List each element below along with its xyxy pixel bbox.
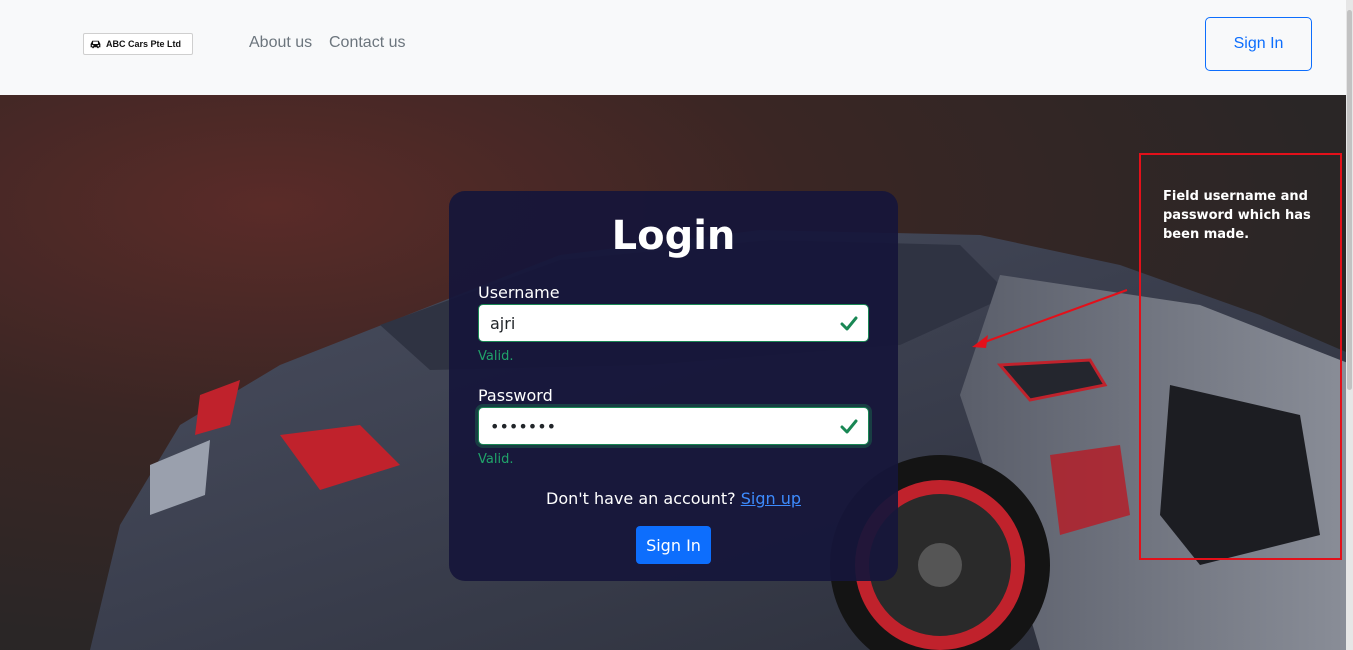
scrollbar-thumb[interactable] [1347,10,1352,390]
page-scrollbar[interactable] [1346,0,1353,650]
annotation-note: Field username and password which has be… [1163,189,1311,242]
